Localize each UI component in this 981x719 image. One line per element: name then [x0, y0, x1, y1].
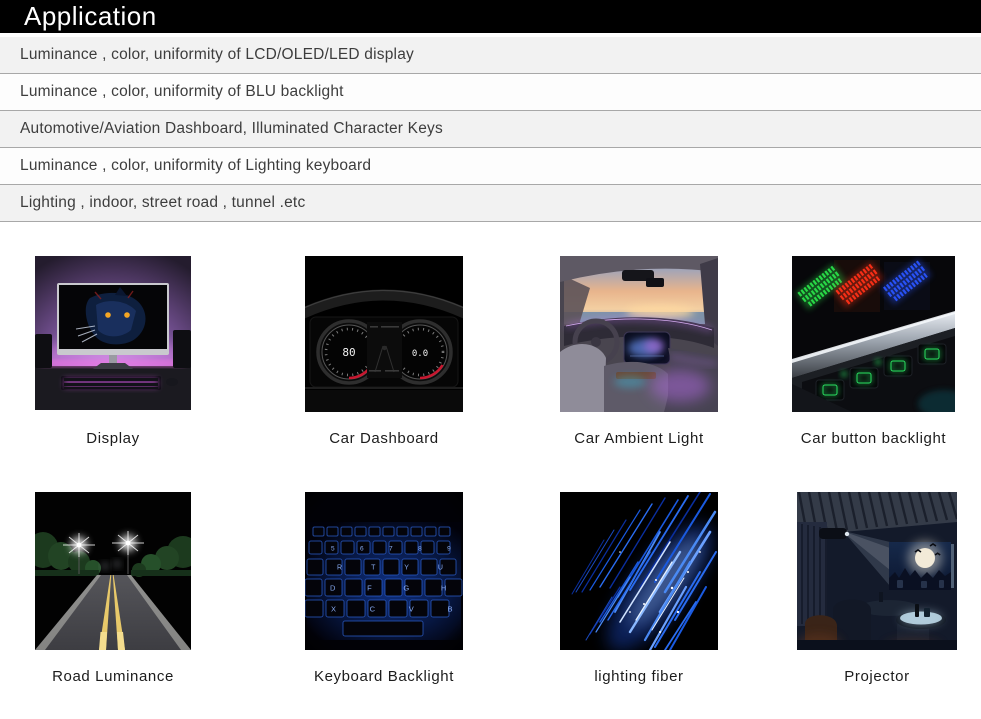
caption-car-dashboard: Car Dashboard [305, 430, 463, 447]
car-dashboard-photo: 80 0.0 [305, 256, 463, 412]
car-ambient-light-photo [560, 256, 718, 412]
mouse [166, 378, 178, 386]
application-page: Application Luminance , color, uniformit… [0, 0, 981, 719]
section-header: Application [0, 0, 981, 33]
speaker-left [35, 334, 52, 368]
keyboard-backlight-photo: 5 6 7 8 9 0 R T Y U I O P D F G H J K L … [305, 492, 463, 650]
road-luminance-photo [35, 492, 191, 650]
speaker-right [173, 330, 191, 368]
rgb-keyboard [61, 376, 161, 390]
caption-lighting-fiber: lighting fiber [560, 668, 718, 685]
application-list-item: Luminance , color, uniformity of Lightin… [0, 148, 981, 185]
speed-value: 80 [342, 346, 355, 359]
car-button-backlight-photo [792, 256, 955, 412]
floor [797, 640, 957, 650]
caption-car-ambient-light: Car Ambient Light [560, 430, 718, 447]
projector-photo [797, 492, 957, 650]
front-seat [560, 344, 606, 412]
application-list-item: Automotive/Aviation Dashboard, Illuminat… [0, 111, 981, 148]
application-list-item: Luminance , color, uniformity of LCD/OLE… [0, 37, 981, 74]
center-screen [624, 332, 670, 364]
dash-lower-trim [305, 390, 463, 412]
ambient-glow [650, 370, 710, 402]
application-list-item: Luminance , color, uniformity of BLU bac… [0, 74, 981, 111]
caption-display: Display [35, 430, 191, 447]
caption-projector: Projector [797, 668, 957, 685]
screen [889, 541, 951, 590]
monitor-stand [109, 355, 117, 364]
center-display [367, 322, 402, 378]
caption-road-luminance: Road Luminance [35, 668, 191, 685]
lighting-fiber-photo [560, 492, 718, 650]
page-title: Application [0, 1, 157, 32]
caption-keyboard-backlight: Keyboard Backlight [305, 668, 463, 685]
application-list: Luminance , color, uniformity of LCD/OLE… [0, 37, 981, 222]
display-photo [35, 256, 191, 410]
application-list-item: Lighting , indoor, street road , tunnel … [0, 185, 981, 222]
caption-car-button-backlight: Car button backlight [792, 430, 955, 447]
wall-light [951, 544, 954, 588]
projector-device [819, 528, 849, 539]
vignette [305, 492, 463, 650]
moon-icon [915, 548, 935, 568]
right-gauge-value: 0.0 [412, 349, 428, 359]
